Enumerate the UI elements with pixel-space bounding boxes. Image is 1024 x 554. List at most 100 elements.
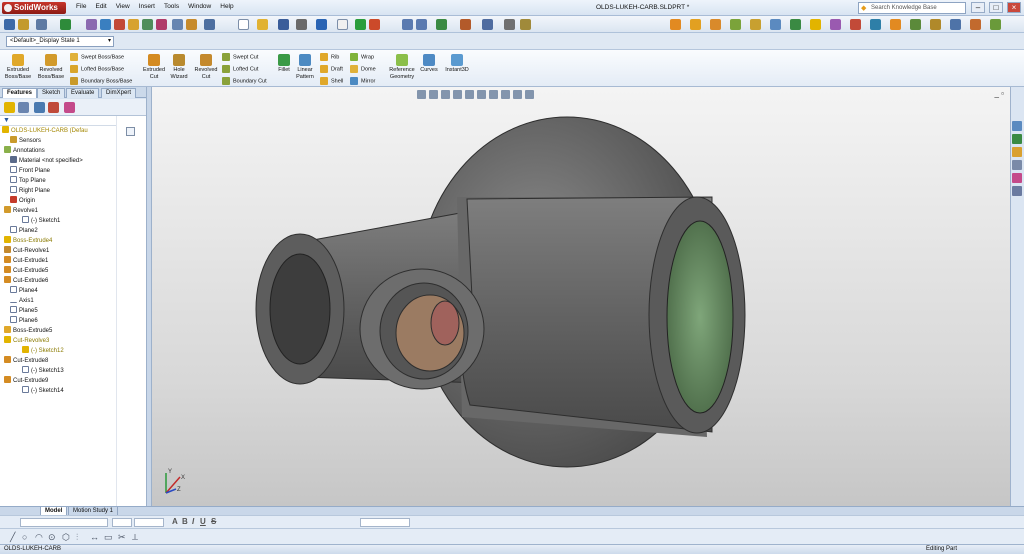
mirror-button[interactable]: Mirror [350,77,375,85]
save-icon[interactable] [278,19,289,30]
menu-help[interactable]: Help [220,3,233,10]
tree-item-material[interactable]: Material <not specified> [10,156,83,166]
tree-item-boss-extrude5[interactable]: Boss-Extrude5 [4,326,52,336]
file-explorer-icon[interactable] [1012,147,1022,157]
tree-item-sketch1[interactable]: (-) Sketch1 [22,216,60,226]
feature-toolbar-icon-13[interactable] [910,19,921,30]
fillet-button[interactable]: Fillet [275,54,293,74]
tree-item-plane5[interactable]: Plane5 [10,306,38,316]
boundary-boss-button[interactable]: Boundary Boss/Base [70,77,132,85]
tab-sketch[interactable]: Sketch [37,88,66,98]
spline-icon[interactable] [156,19,167,30]
display-style-icon[interactable] [504,19,515,30]
sketch-icon[interactable] [86,19,97,30]
dome-button[interactable]: Dome [350,65,376,73]
feature-toolbar-icon-1[interactable] [670,19,681,30]
feature-toolbar-icon-11[interactable] [870,19,881,30]
design-library-icon[interactable] [1012,134,1022,144]
tree-item-revolve1[interactable]: Revolve1 [4,206,38,216]
tree-item-cut-extrude6[interactable]: Cut-Extrude6 [4,276,48,286]
boundary-cut-button[interactable]: Boundary Cut [222,77,267,85]
arc-icon[interactable] [142,19,153,30]
arc-tool-icon[interactable]: ◠ [35,532,43,543]
custom-properties-icon[interactable] [1012,186,1022,196]
graphics-area[interactable]: _ ▫ X Y Z [152,87,1010,506]
feature-toolbar-icon-7[interactable] [790,19,801,30]
property-manager-icon[interactable] [18,102,29,113]
underline-button[interactable]: U [200,517,206,526]
tree-item-sketch14[interactable]: (-) Sketch14 [22,386,64,396]
open-icon[interactable] [18,19,29,30]
resources-icon[interactable] [1012,121,1022,131]
feature-toolbar-icon-3[interactable] [710,19,721,30]
tree-item-front-plane[interactable]: Front Plane [10,166,50,176]
feature-toolbar-icon-14[interactable] [930,19,941,30]
line-tool-icon[interactable]: ╱ [10,532,15,543]
dimension-tool-icon[interactable]: ↔ [90,532,99,542]
view-palette-icon[interactable] [1012,160,1022,170]
swept-cut-button[interactable]: Swept Cut [222,53,258,61]
display-manager-icon[interactable] [64,102,75,113]
extruded-cut-button[interactable]: Extruded Cut [140,54,168,81]
bold-icon[interactable]: A [172,517,178,526]
open-file-icon[interactable] [257,19,268,30]
draft-button[interactable]: Draft [320,65,343,73]
extruded-boss-button[interactable]: Extruded Boss/Base [4,54,32,81]
table-icon[interactable] [204,19,215,30]
tree-item-cut-revolve1[interactable]: Cut-Revolve1 [4,246,49,256]
tree-item-origin[interactable]: Origin [10,196,35,206]
rebuild-icon[interactable] [60,19,71,30]
tree-root[interactable]: OLDS-LUKEH-CARB (Defau [2,126,88,136]
italic-button[interactable]: I [192,517,194,526]
tree-item-axis1[interactable]: Axis1 [10,296,34,306]
minimize-button[interactable]: – [971,2,985,13]
trim-tool-icon[interactable]: ✂ [118,532,126,543]
font-size-input[interactable] [134,518,164,527]
tree-item-right-plane[interactable]: Right Plane [10,186,50,196]
tree-item-plane4[interactable]: Plane4 [10,286,38,296]
part-model[interactable]: X Y Z [152,87,1010,506]
close-button[interactable]: × [1007,2,1021,13]
tree-item-top-plane[interactable]: Top Plane [10,176,46,186]
tree-item-plane6[interactable]: Plane6 [10,316,38,326]
feature-toolbar-icon-4[interactable] [730,19,741,30]
feature-toolbar-icon-6[interactable] [770,19,781,30]
feature-tree-icon[interactable] [4,102,15,113]
linear-pattern-button[interactable]: Linear Pattern [294,54,316,81]
freeze-bar-checkbox[interactable] [126,127,135,136]
zoom-area-icon[interactable] [416,19,427,30]
configuration-select[interactable]: <Default>_Display State 1 [6,36,114,47]
tree-item-cut-extrude8[interactable]: Cut-Extrude8 [4,356,48,366]
menu-edit[interactable]: Edit [95,3,106,10]
revolved-cut-button[interactable]: Revolved Cut [192,54,220,81]
traffic-light-icon[interactable] [355,19,366,30]
dimxpert-manager-icon[interactable] [48,102,59,113]
tree-item-sensors[interactable]: Sensors [10,136,41,146]
undo-icon[interactable] [316,19,327,30]
point-tool-icon[interactable]: ⊙ [48,532,56,543]
rib-button[interactable]: Rib [320,53,339,61]
menu-insert[interactable]: Insert [139,3,155,10]
offset-tool-icon[interactable]: ⟂ [132,532,138,543]
font-size-select[interactable] [112,518,132,527]
curves-button[interactable]: Curves [418,54,440,74]
feature-toolbar-icon-8[interactable] [810,19,821,30]
feature-toolbar-icon-17[interactable] [990,19,1001,30]
strikethrough-button[interactable]: S [211,517,216,526]
line-icon[interactable] [114,19,125,30]
feature-toolbar-icon-16[interactable] [970,19,981,30]
shell-button[interactable]: Shell [320,77,343,85]
options-icon[interactable] [369,19,380,30]
feature-toolbar-icon-15[interactable] [950,19,961,30]
instant3d-button[interactable]: Instant3D [442,54,472,74]
zoom-fit-icon[interactable] [402,19,413,30]
font-select[interactable] [20,518,108,527]
menu-file[interactable]: File [76,3,86,10]
wrap-button[interactable]: Wrap [350,53,374,61]
menu-tools[interactable]: Tools [164,3,179,10]
hide-show-icon[interactable] [520,19,531,30]
cursor-icon[interactable] [337,19,348,30]
bold-button[interactable]: B [182,517,188,526]
lofted-cut-button[interactable]: Lofted Cut [222,65,258,73]
tab-features[interactable]: Features [2,88,38,98]
